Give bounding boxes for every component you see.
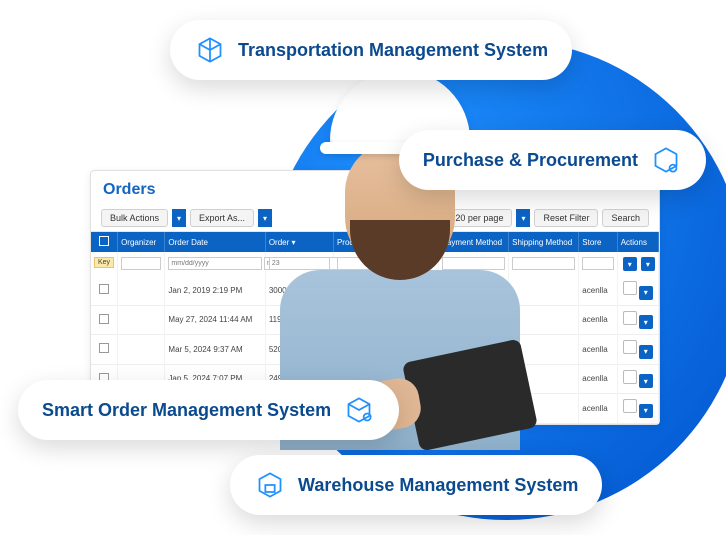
- cell-actions: ▾: [617, 305, 658, 335]
- row-checkbox[interactable]: [99, 314, 109, 324]
- row-checkbox[interactable]: [99, 343, 109, 353]
- reset-filter-button[interactable]: Reset Filter: [534, 209, 598, 227]
- cell-store: acenlla: [579, 305, 617, 335]
- organizer-filter-input[interactable]: [121, 257, 161, 270]
- store-filter-input[interactable]: [582, 257, 613, 270]
- row-action-menu[interactable]: ▾: [639, 286, 653, 300]
- pill-wms-label: Warehouse Management System: [298, 475, 578, 496]
- row-checkbox[interactable]: [99, 284, 109, 294]
- export-as-button[interactable]: Export As...: [190, 209, 254, 227]
- order-box-icon: [343, 394, 375, 426]
- cell-organizer: [118, 305, 165, 335]
- cell-date: Jan 2, 2019 2:19 PM: [165, 276, 265, 305]
- cell-date: May 27, 2024 11:44 AM: [165, 305, 265, 335]
- cell-actions: ▾: [617, 335, 658, 365]
- col-organizer[interactable]: Organizer: [118, 232, 165, 252]
- cell-date: Mar 5, 2024 9:37 AM: [165, 335, 265, 365]
- row-action-menu[interactable]: ▾: [639, 315, 653, 329]
- key-filter-badge[interactable]: Key: [94, 257, 114, 268]
- cell-organizer: [118, 335, 165, 365]
- row-action-menu[interactable]: ▾: [639, 374, 653, 388]
- select-all-checkbox[interactable]: [91, 232, 118, 252]
- row-action-edit[interactable]: [623, 399, 637, 413]
- cell-store: acenlla: [579, 394, 617, 424]
- col-store[interactable]: Store: [579, 232, 617, 252]
- date-from-filter[interactable]: [168, 257, 261, 270]
- col-actions: Actions: [617, 232, 658, 252]
- col-order-date[interactable]: Order Date: [165, 232, 265, 252]
- cell-store: acenlla: [579, 276, 617, 305]
- filter-action2[interactable]: ▾: [641, 257, 655, 271]
- pill-wms[interactable]: Warehouse Management System: [230, 455, 602, 515]
- bulk-actions-button[interactable]: Bulk Actions: [101, 209, 168, 227]
- pill-pp-label: Purchase & Procurement: [423, 150, 638, 171]
- cart-box-icon: [650, 144, 682, 176]
- pill-som-label: Smart Order Management System: [42, 400, 331, 421]
- pill-som[interactable]: Smart Order Management System: [18, 380, 399, 440]
- box-icon: [194, 34, 226, 66]
- search-button[interactable]: Search: [602, 209, 649, 227]
- row-action-menu[interactable]: ▾: [639, 404, 653, 418]
- row-action-edit[interactable]: [623, 311, 637, 325]
- pill-pp[interactable]: Purchase & Procurement: [399, 130, 706, 190]
- cell-actions: ▾: [617, 364, 658, 394]
- row-action-edit[interactable]: [623, 340, 637, 354]
- filter-action1[interactable]: ▾: [623, 257, 637, 271]
- pill-tms[interactable]: Transportation Management System: [170, 20, 572, 80]
- cell-actions: ▾: [617, 394, 658, 424]
- bulk-actions-caret[interactable]: ▾: [172, 209, 186, 227]
- row-action-edit[interactable]: [623, 370, 637, 384]
- cell-actions: ▾: [617, 276, 658, 305]
- row-action-edit[interactable]: [623, 281, 637, 295]
- pill-tms-label: Transportation Management System: [238, 40, 548, 61]
- row-action-menu[interactable]: ▾: [639, 345, 653, 359]
- cell-store: acenlla: [579, 364, 617, 394]
- warehouse-icon: [254, 469, 286, 501]
- cell-organizer: [118, 276, 165, 305]
- cell-store: acenlla: [579, 335, 617, 365]
